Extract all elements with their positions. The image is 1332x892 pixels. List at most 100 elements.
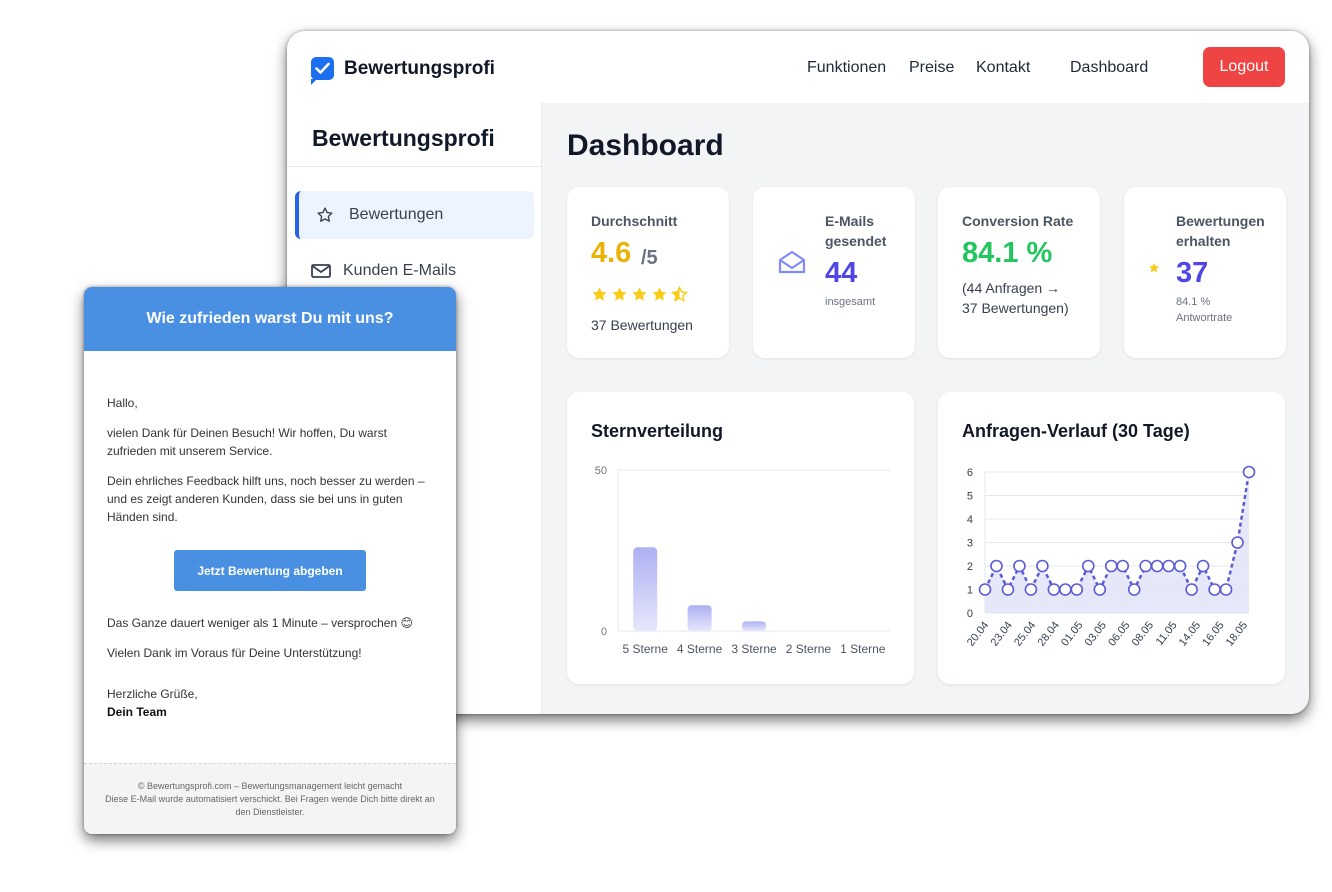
kpi-card-average: Durchschnitt 4.6 /5 37 Bewertungen (567, 187, 729, 358)
logo[interactable]: Bewertungsprofi (311, 57, 495, 85)
bar (687, 605, 712, 631)
main-content: Dashboard Durchschnitt 4.6 /5 37 Bewertu… (542, 103, 1309, 714)
data-point (1001, 583, 1015, 596)
email-header: Wie zufrieden warst Du mit uns? (84, 287, 456, 351)
footer-note: Diese E-Mail wurde automatisiert verschi… (105, 794, 435, 817)
email-preview-window: Wie zufrieden warst Du mit uns? Hallo, v… (84, 287, 456, 834)
kpi-label: gesendet (825, 233, 887, 249)
y-tick-label: 2 (967, 561, 973, 573)
x-tick-label: 1 Sterne (840, 642, 886, 656)
y-tick-label: 0 (601, 626, 607, 638)
review-cta-button[interactable]: Jetzt Bewertung abgeben (174, 550, 366, 591)
kpi-label: Conversion Rate (962, 213, 1074, 229)
data-point (1093, 583, 1107, 596)
email-signature: Dein Team (107, 705, 167, 719)
email-paragraph: Vielen Dank im Voraus für Deine Unterstü… (107, 646, 362, 660)
star-full-icon (592, 287, 607, 301)
star-rating (591, 286, 688, 303)
kpi-value: 37 (1176, 257, 1209, 289)
data-point (1059, 583, 1072, 596)
y-tick-label: 6 (967, 467, 973, 479)
data-point (1196, 559, 1210, 573)
top-navbar: Bewertungsprofi Funktionen Preise Kontak… (287, 31, 1309, 103)
kpi-suffix: /5 (641, 247, 658, 269)
x-tick-label: 25.04 (1012, 619, 1038, 648)
nav-preise[interactable]: Preise (909, 59, 954, 77)
x-tick-label: 16.05 (1200, 619, 1226, 648)
data-point (978, 583, 992, 596)
logout-button[interactable]: Logout (1203, 47, 1285, 87)
data-point (1047, 583, 1061, 596)
data-point (1231, 536, 1244, 549)
y-tick-label: 3 (967, 538, 973, 550)
data-point (1013, 559, 1026, 573)
email-closing: Herzliche Grüße, (107, 687, 198, 701)
kpi-sub: 84.1 % (1176, 296, 1211, 308)
sidebar-item-bewertungen[interactable]: Bewertungen (295, 191, 534, 239)
kpi-sub: 37 Bewertungen (591, 317, 693, 333)
data-point (1116, 559, 1130, 573)
kpi-value: 44 (825, 257, 858, 289)
x-tick-label: 2 Sterne (786, 642, 832, 656)
data-point (1104, 559, 1118, 573)
data-point (1242, 465, 1256, 479)
data-point (1150, 559, 1164, 573)
bar (742, 621, 766, 631)
x-tick-label: 01.05 (1059, 619, 1085, 648)
data-point (1024, 583, 1038, 596)
nav-kontakt[interactable]: Kontakt (976, 59, 1030, 77)
x-tick-label: 18.05 (1224, 619, 1250, 648)
data-point (1070, 583, 1084, 596)
data-point (1127, 583, 1141, 596)
logo-text: Bewertungsprofi (344, 57, 495, 79)
bar-chart: 0 50 5 Sterne 4 Sterne 3 Sterne 2 Sterne 1 Ste… (595, 465, 890, 656)
kpi-sub: Antwortrate (1176, 312, 1233, 324)
star-full-icon (612, 287, 627, 301)
data-point (1036, 559, 1049, 573)
email-paragraph: Das Ganze dauert weniger als 1 Minute – … (107, 616, 413, 630)
kpi-label: E-Mails (825, 213, 875, 229)
x-tick-label: 28.04 (1036, 619, 1062, 648)
sidebar-item-label: Kunden E-Mails (343, 262, 456, 279)
data-point (1219, 583, 1233, 596)
data-point (1208, 583, 1221, 596)
kpi-sub: (44 Anfragen → (962, 280, 1061, 296)
star-full-icon (652, 287, 667, 301)
email-footer: © Bewertungsprofi.com – Bewertungsmanage… (84, 763, 456, 834)
kpi-card-reviews: Bewertungen erhalten 37 84.1 % Antwortra… (1124, 187, 1286, 358)
kpi-value: 84.1 % (962, 237, 1053, 269)
kpi-label: Durchschnitt (591, 213, 678, 229)
star-outline-icon (315, 205, 335, 225)
kpi-card-conversion: Conversion Rate 84.1 % (44 Anfragen → 37… (938, 187, 1100, 358)
line-chart: 0 1 2 3 4 5 6 20.0423.0425.0428.0401.0503.0506.… (965, 465, 1256, 649)
data-point (1173, 559, 1187, 573)
sidebar-divider (287, 166, 542, 167)
chart-card-star-distribution: Sternverteilung 0 50 5 Sterne 4 Sterne 3 Ste… (567, 392, 914, 684)
x-tick-label: 3 Sterne (731, 642, 777, 656)
nav-funktionen[interactable]: Funktionen (807, 59, 886, 77)
kpi-value: 4.6 (591, 237, 632, 269)
x-tick-label: 03.05 (1083, 619, 1109, 648)
kpi-label: erhalten (1176, 233, 1231, 249)
email-greeting: Hallo, (107, 396, 138, 410)
nav-dashboard[interactable]: Dashboard (1070, 59, 1148, 77)
kpi-label: Bewertungen (1176, 213, 1265, 229)
star-full-icon (632, 287, 647, 301)
data-point (990, 559, 1003, 573)
x-tick-label: 11.05 (1154, 619, 1180, 647)
check-chat-icon (311, 57, 334, 85)
kpi-sub: 37 Bewertungen) (962, 300, 1069, 316)
email-paragraph: vielen Dank für Deinen Besuch! Wir hoffe… (107, 426, 387, 458)
page-title: Dashboard (567, 129, 724, 162)
data-point (1139, 559, 1152, 573)
mail-icon (311, 261, 331, 281)
y-tick-label: 5 (967, 491, 973, 503)
y-tick-label: 0 (967, 608, 973, 620)
chart-card-request-history: Anfragen-Verlauf (30 Tage) 0 1 2 3 4 5 6 20.04 2… (938, 392, 1285, 684)
data-point (1185, 583, 1198, 596)
sidebar-title: Bewertungsprofi (312, 125, 495, 151)
sidebar-item-label: Bewertungen (349, 206, 444, 223)
star-half-icon (671, 286, 688, 302)
data-point (1082, 559, 1095, 573)
x-tick-label: 14.05 (1177, 619, 1203, 648)
